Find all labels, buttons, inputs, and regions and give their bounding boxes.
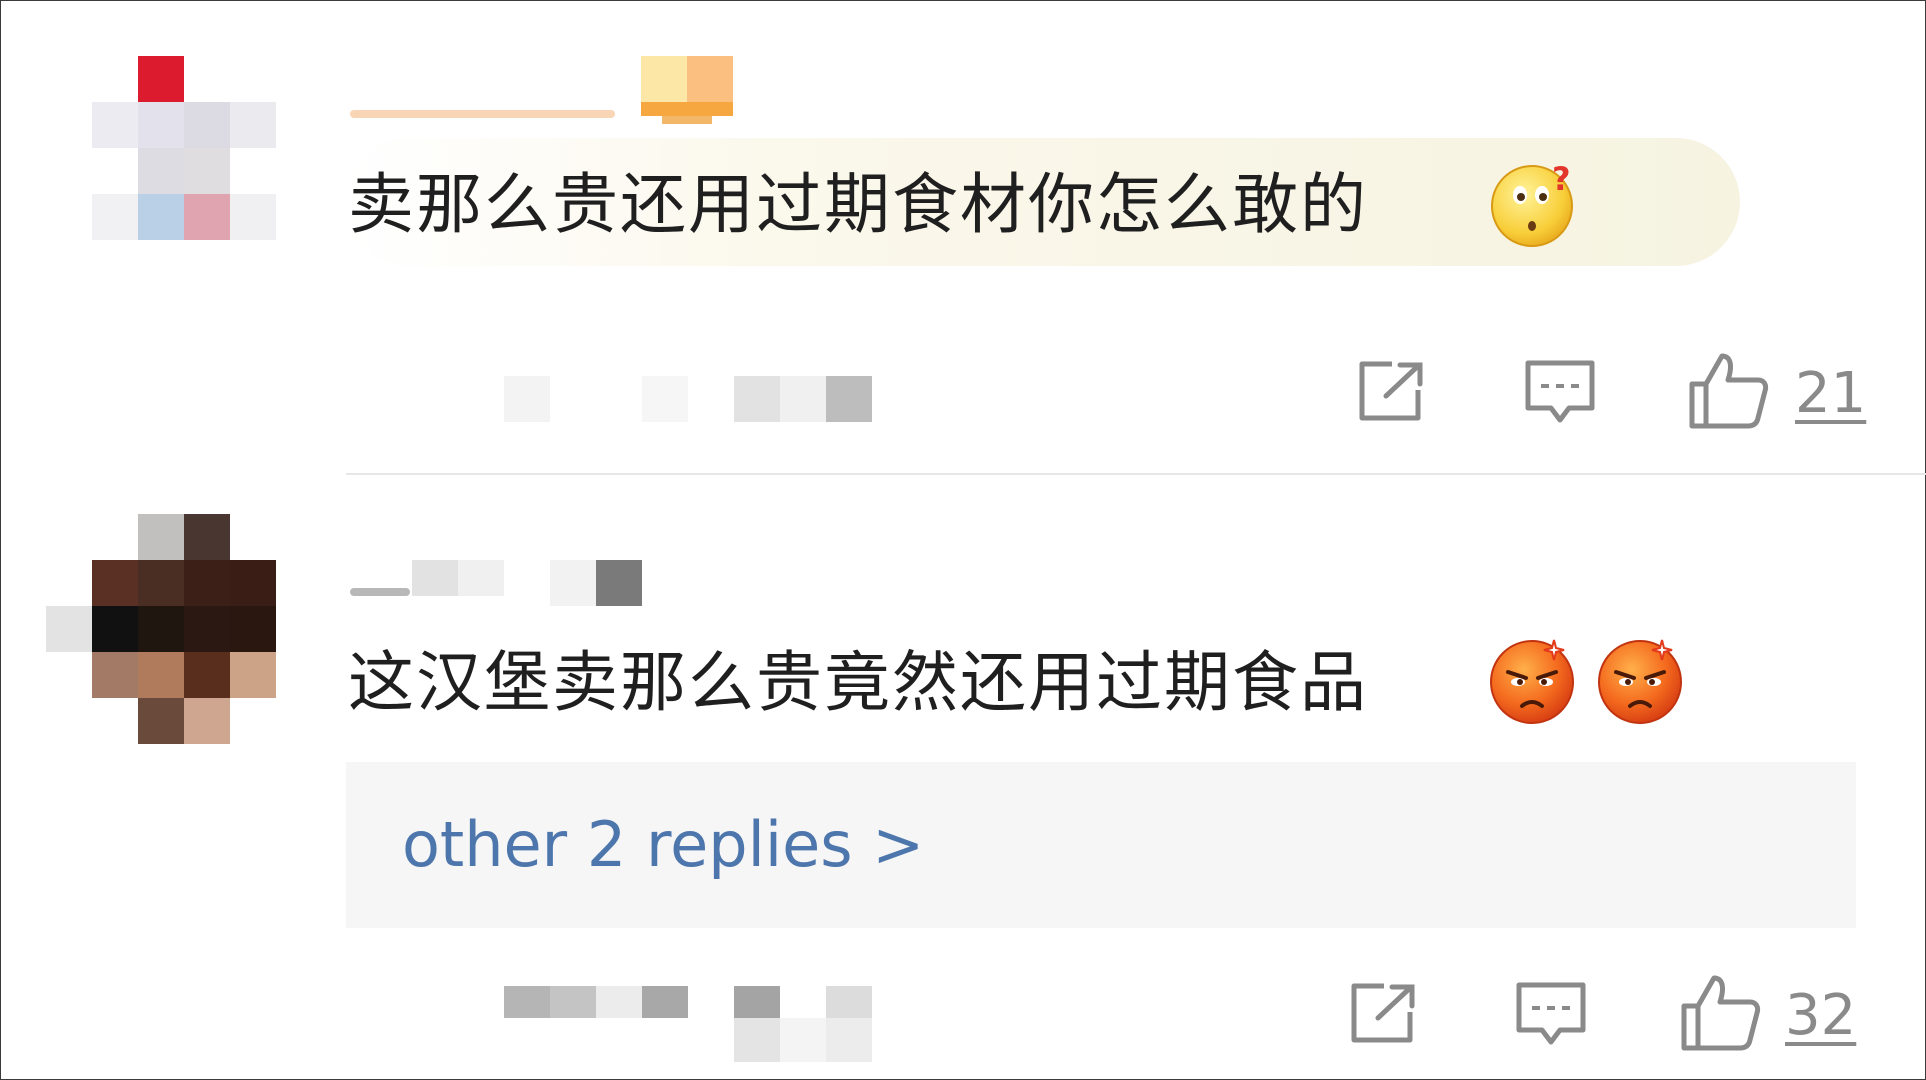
- share-icon[interactable]: [1348, 982, 1420, 1046]
- like-count[interactable]: 32: [1785, 984, 1856, 1048]
- reply-icon[interactable]: [1523, 358, 1597, 428]
- comment-text: 这汉堡卖那么贵竟然还用过期食品: [348, 644, 1368, 721]
- confused-face-emoji: ?: [1491, 160, 1573, 247]
- angry-face-emoji: [1598, 639, 1682, 724]
- comment-divider: [346, 473, 1926, 475]
- angry-face-emoji: [1490, 639, 1574, 724]
- like-icon[interactable]: [1680, 974, 1762, 1052]
- comment-text: 卖那么贵还用过期食材你怎么敢的: [348, 166, 1368, 243]
- like-count[interactable]: 21: [1795, 362, 1866, 426]
- share-icon[interactable]: [1356, 360, 1428, 424]
- view-replies-link[interactable]: other 2 replies >: [402, 800, 924, 890]
- reply-icon[interactable]: [1514, 980, 1588, 1050]
- svg-text:?: ?: [1552, 160, 1571, 198]
- like-icon[interactable]: [1688, 352, 1770, 430]
- replies-box[interactable]: other 2 replies >: [346, 762, 1856, 928]
